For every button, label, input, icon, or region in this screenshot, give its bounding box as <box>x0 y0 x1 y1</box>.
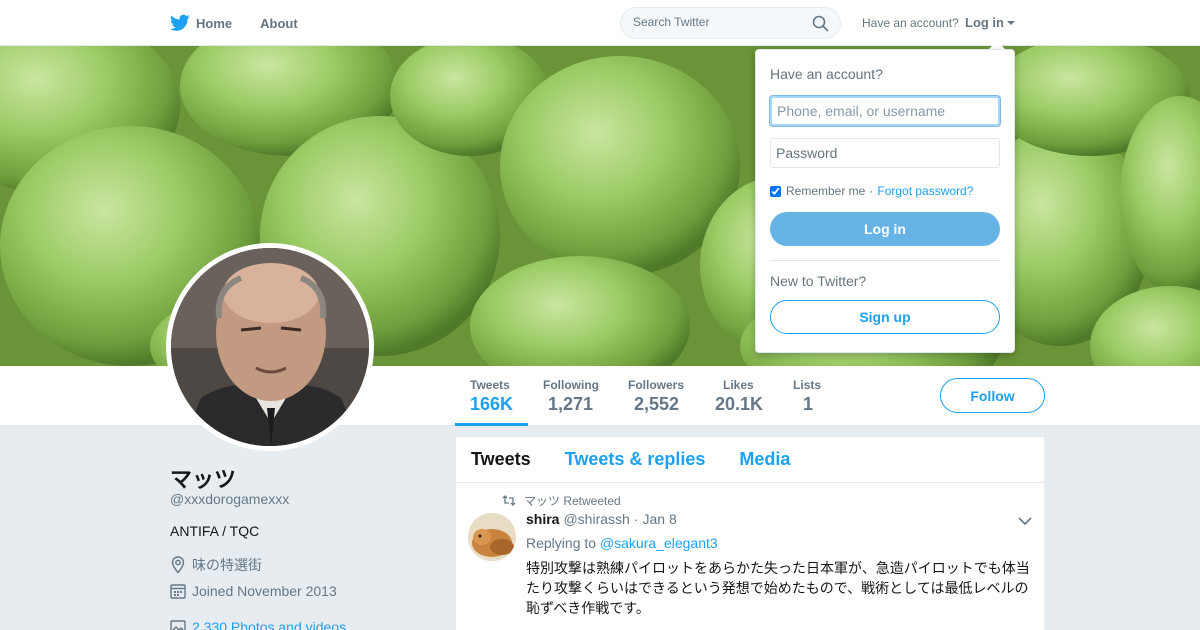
new-to-twitter-label: New to Twitter? <box>770 273 867 289</box>
avatar-portrait-image <box>171 248 369 446</box>
profile-handle[interactable]: @xxxdorogamexxx <box>170 491 289 507</box>
nav-left: Home About <box>170 0 326 46</box>
stat-following[interactable]: Following 1,271 <box>543 366 599 426</box>
retweet-context: マッツ Retweeted <box>502 492 621 509</box>
login-dropdown-toggle[interactable]: Log in <box>965 15 1015 30</box>
tweet-text: 特別攻撃は熟練パイロットをあらかた失った日本軍が、急造パイロットでも体当たり攻撃… <box>526 560 1030 616</box>
remember-separator: · <box>869 184 874 198</box>
joined-text: Joined November 2013 <box>192 583 337 599</box>
calendar-icon <box>170 584 186 599</box>
username-field[interactable] <box>770 96 1000 126</box>
nav-about-label: About <box>260 15 298 31</box>
replying-to-prefix: Replying to <box>526 535 597 551</box>
stat-lists[interactable]: Lists 1 <box>793 366 821 426</box>
nav-home-label: Home <box>196 15 233 31</box>
profile-location: 味の特選街 <box>170 555 262 575</box>
tweet-author-username[interactable]: @shirassh <box>563 511 629 527</box>
stat-tweets[interactable]: Tweets 166K <box>455 366 528 426</box>
login-button[interactable]: Log in <box>770 212 1000 246</box>
tweet-separator: · <box>633 511 639 527</box>
replying-to-mention[interactable]: @sakura_elegant3 <box>600 535 718 551</box>
photo-icon <box>170 620 186 630</box>
stat-label: Tweets <box>470 378 510 392</box>
stat-value: 166K <box>470 394 514 414</box>
login-dropdown-title: Have an account? <box>770 66 883 82</box>
forgot-password-link[interactable]: Forgot password? <box>877 184 973 198</box>
tweet-author-name[interactable]: shira <box>526 511 559 527</box>
profile-avatar[interactable] <box>166 243 374 451</box>
dropdown-arrow <box>989 41 1005 49</box>
retweeted-by-text[interactable]: マッツ Retweeted <box>524 492 621 509</box>
tweet-header: shira @shirassh · Jan 8 <box>526 511 677 527</box>
stat-likes[interactable]: Likes 20.1K <box>715 366 763 426</box>
dropdown-divider <box>770 260 1000 261</box>
search-input[interactable] <box>633 15 803 29</box>
profile-name[interactable]: マッツ <box>170 462 236 494</box>
stat-value: 2,552 <box>634 394 680 414</box>
location-pin-icon <box>171 556 185 574</box>
search-box[interactable] <box>620 7 841 39</box>
photos-videos-link[interactable]: 2,330 Photos and videos <box>170 619 346 630</box>
stat-followers[interactable]: Followers 2,552 <box>628 366 684 426</box>
stat-label: Lists <box>793 378 822 392</box>
top-navigation-bar: Home About Have an account? Log in <box>0 0 1200 46</box>
caret-down-icon <box>1007 20 1015 25</box>
follow-button[interactable]: Follow <box>940 378 1045 413</box>
location-text: 味の特選街 <box>192 557 262 573</box>
login-link-label: Log in <box>965 15 1004 30</box>
stat-label: Followers <box>628 378 685 392</box>
tweet-author-avatar[interactable] <box>468 513 516 561</box>
photos-videos-text: 2,330 Photos and videos <box>192 619 347 630</box>
stat-label: Likes <box>723 378 754 392</box>
password-field[interactable] <box>770 138 1000 168</box>
tweet[interactable]: マッツ Retweeted shira @shirassh · Jan 8 Re… <box>456 437 1044 616</box>
remember-row: Remember me · Forgot password? <box>770 184 973 198</box>
stat-value: 20.1K <box>715 394 764 414</box>
stat-value: 1,271 <box>548 394 594 414</box>
tweet-avatar-dog-image <box>468 513 516 561</box>
search-icon[interactable] <box>812 15 829 32</box>
twitter-bird-icon <box>170 14 190 31</box>
remember-me-checkbox[interactable] <box>770 185 781 197</box>
stat-value: 1 <box>803 394 814 414</box>
remember-me-label[interactable]: Remember me <box>786 184 865 198</box>
login-dropdown: Have an account? Remember me · Forgot pa… <box>755 49 1015 353</box>
stat-label: Following <box>543 378 599 392</box>
nav-home[interactable]: Home <box>170 14 232 32</box>
profile-joined: Joined November 2013 <box>170 583 337 599</box>
chevron-down-icon[interactable] <box>1018 516 1032 526</box>
retweet-icon <box>502 495 516 506</box>
tweet-replying-to: Replying to @sakura_elegant3 <box>526 535 718 551</box>
profile-bio: ANTIFA / TQC <box>170 523 260 539</box>
signup-button[interactable]: Sign up <box>770 300 1000 334</box>
account-hint: Have an account? <box>862 16 959 30</box>
nav-about[interactable]: About <box>260 16 298 31</box>
tweet-date[interactable]: Jan 8 <box>642 511 676 527</box>
